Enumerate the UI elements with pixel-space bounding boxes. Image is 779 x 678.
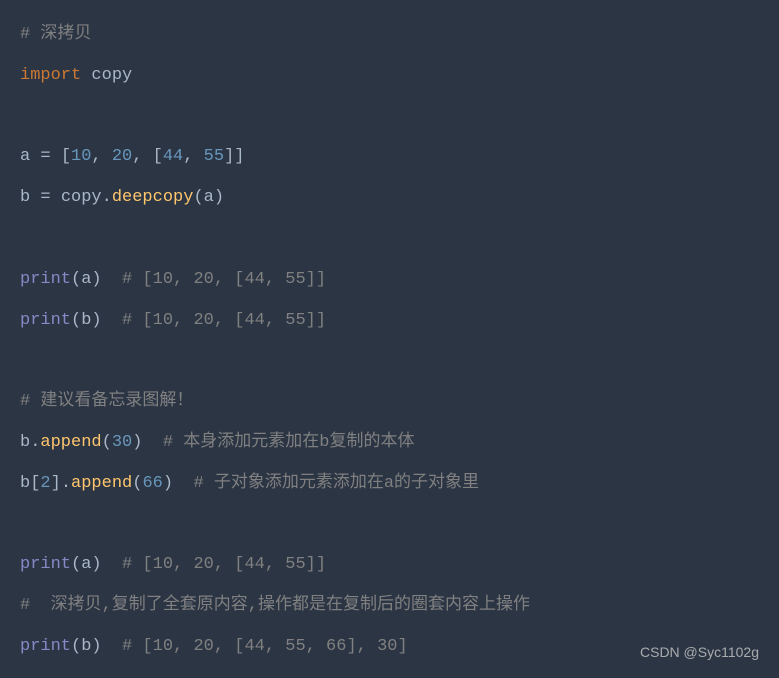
- arg: a: [204, 188, 214, 207]
- dot: .: [102, 188, 112, 207]
- comment: # [10, 20, [44, 55]]: [102, 555, 326, 574]
- paren: ): [163, 474, 173, 493]
- code-line-14: print(a) # [10, 20, [44, 55]]: [20, 545, 759, 586]
- comma: ,: [91, 147, 111, 166]
- code-line-8: print(b) # [10, 20, [44, 55]]: [20, 301, 759, 342]
- paren: (: [102, 433, 112, 452]
- builtin-print: print: [20, 270, 71, 289]
- builtin-print: print: [20, 555, 71, 574]
- arg: a: [81, 270, 91, 289]
- op-eq: =: [40, 188, 60, 207]
- code-line-3: [20, 97, 759, 138]
- bracket: [: [61, 147, 71, 166]
- comma: ,: [132, 147, 152, 166]
- dot: .: [30, 433, 40, 452]
- comment: # 深拷贝,复制了全套原内容,操作都是在复制后的圈套内容上操作: [20, 596, 530, 615]
- paren: ): [132, 433, 142, 452]
- comment: # [10, 20, [44, 55]]: [102, 311, 326, 330]
- paren: (: [71, 555, 81, 574]
- code-line-7: print(a) # [10, 20, [44, 55]]: [20, 260, 759, 301]
- builtin-print: print: [20, 637, 71, 656]
- arg: b: [81, 637, 91, 656]
- paren: ): [91, 637, 101, 656]
- comment: # 子对象添加元素添加在a的子对象里: [173, 474, 479, 493]
- paren: (: [193, 188, 203, 207]
- paren: ): [91, 311, 101, 330]
- module: copy: [61, 188, 102, 207]
- number: 44: [163, 147, 183, 166]
- func-append: append: [71, 474, 132, 493]
- code-line-12: b[2].append(66) # 子对象添加元素添加在a的子对象里: [20, 464, 759, 505]
- func-append: append: [40, 433, 101, 452]
- paren: ): [91, 555, 101, 574]
- code-line-15: # 深拷贝,复制了全套原内容,操作都是在复制后的圈套内容上操作: [20, 586, 759, 627]
- comment: # [10, 20, [44, 55]]: [102, 270, 326, 289]
- var-b: b: [20, 474, 30, 493]
- var-a: a: [20, 147, 40, 166]
- paren: ): [91, 270, 101, 289]
- paren: (: [132, 474, 142, 493]
- paren: (: [71, 311, 81, 330]
- code-line-11: b.append(30) # 本身添加元素加在b复制的本体: [20, 423, 759, 464]
- builtin-print: print: [20, 311, 71, 330]
- code-line-13: [20, 505, 759, 546]
- bracket: ]: [51, 474, 61, 493]
- bracket: [: [30, 474, 40, 493]
- number: 66: [142, 474, 162, 493]
- number: 10: [71, 147, 91, 166]
- number: 30: [112, 433, 132, 452]
- paren: ): [214, 188, 224, 207]
- code-line-2: import copy: [20, 56, 759, 97]
- paren: (: [71, 270, 81, 289]
- code-line-5: b = copy.deepcopy(a): [20, 178, 759, 219]
- comment: # 深拷贝: [20, 25, 91, 44]
- var-b: b: [20, 433, 30, 452]
- code-editor: # 深拷贝 import copy a = [10, 20, [44, 55]]…: [20, 15, 759, 668]
- number: 55: [204, 147, 224, 166]
- module-name: copy: [81, 66, 132, 85]
- code-line-4: a = [10, 20, [44, 55]]: [20, 137, 759, 178]
- keyword-import: import: [20, 66, 81, 85]
- arg: b: [81, 311, 91, 330]
- paren: (: [71, 637, 81, 656]
- index: 2: [40, 474, 50, 493]
- dot: .: [61, 474, 71, 493]
- watermark: CSDN @Syc1102g: [640, 636, 759, 670]
- number: 20: [112, 147, 132, 166]
- comment: # [10, 20, [44, 55, 66], 30]: [102, 637, 408, 656]
- var-b: b: [20, 188, 40, 207]
- code-line-1: # 深拷贝: [20, 15, 759, 56]
- comment: # 建议看备忘录图解！: [20, 392, 193, 411]
- func-deepcopy: deepcopy: [112, 188, 194, 207]
- bracket: ]]: [224, 147, 244, 166]
- bracket: [: [153, 147, 163, 166]
- code-line-6: [20, 219, 759, 260]
- code-line-9: [20, 341, 759, 382]
- op-eq: =: [40, 147, 60, 166]
- comma: ,: [183, 147, 203, 166]
- code-line-10: # 建议看备忘录图解！: [20, 382, 759, 423]
- arg: a: [81, 555, 91, 574]
- comment: # 本身添加元素加在b复制的本体: [142, 433, 414, 452]
